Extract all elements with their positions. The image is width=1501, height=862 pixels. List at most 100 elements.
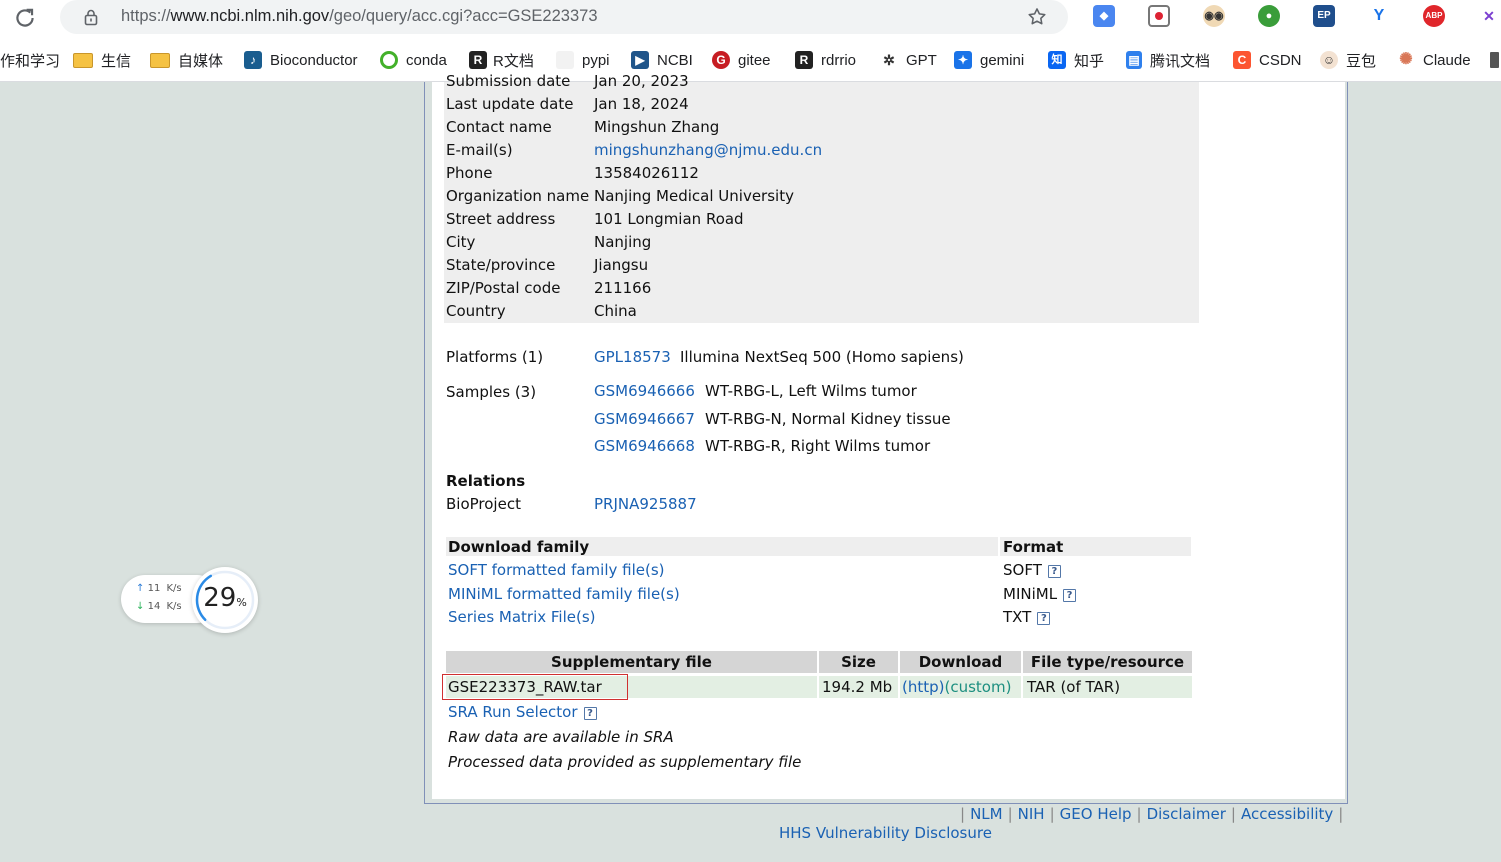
extension-extra-icon[interactable]: ✕ [1480,5,1498,27]
format-value: SOFT [1003,561,1042,579]
format-value: TXT [1003,608,1032,626]
bookmark-gpt[interactable]: ✲ GPT [880,50,937,70]
csdn-icon: C [1233,51,1251,69]
bookmark-label: GPT [906,51,937,69]
help-icon[interactable]: ? [1047,565,1061,578]
format-value: MINiML [1003,585,1058,603]
bookmark-pypi[interactable]: pypi [556,50,610,70]
footer-link-disclaimer[interactable]: Disclaimer [1147,805,1226,823]
download-speed: ↓ 14 K/s [136,601,182,612]
platform-link[interactable]: GPL18573 [594,348,671,366]
claude-icon: ✺ [1397,51,1415,69]
url-host: www.ncbi.nlm.nih.gov [170,7,330,25]
lock-icon[interactable] [82,8,100,26]
extension-ep-icon[interactable]: EP [1313,5,1335,27]
extension-globe-icon[interactable]: ● [1258,5,1280,27]
bioconductor-icon: ♪ [244,51,262,69]
bioproject-label: BioProject [446,495,521,513]
sample-desc: WT-RBG-N, Normal Kidney tissue [705,410,951,428]
contact-label: Street address [446,210,556,228]
soft-family-link[interactable]: SOFT formatted family file(s) [448,561,665,579]
bookmark-zhihu[interactable]: 知 知乎 [1048,50,1104,70]
bookmark-tencent-docs[interactable]: ▤ 腾讯文档 [1126,50,1210,70]
contact-label: State/province [446,256,556,274]
bookmark-label: 豆包 [1346,52,1377,70]
footer-link-nih[interactable]: NIH [1018,805,1045,823]
bookmark-ncbi[interactable]: ▶ NCBI [631,50,693,70]
sample-link[interactable]: GSM6946666 [594,382,695,400]
memory-usage-circle[interactable]: 29% [192,567,258,633]
reload-icon[interactable] [12,5,38,31]
bioproject-link[interactable]: PRJNA925887 [594,495,697,513]
contact-value: Jan 20, 2023 [594,72,689,90]
help-icon[interactable]: ? [583,707,597,720]
address-bar[interactable]: https://www.ncbi.nlm.nih.gov/geo/query/a… [60,0,1068,34]
bookmark-gemini[interactable]: ✦ gemini [954,50,1024,70]
extension-glasses-icon[interactable]: ◉◉ [1203,5,1225,27]
download-custom-link[interactable]: (custom) [945,678,1012,696]
sample-link[interactable]: GSM6946667 [594,410,695,428]
email-link[interactable]: mingshunzhang@njmu.edu.cn [594,141,822,159]
bookmark-bioconductor[interactable]: ♪ Bioconductor [244,50,358,70]
bookmark-label: conda [406,51,447,69]
bookmark-label: gitee [738,51,771,69]
supplementary-file-header: Supplementary file [551,653,712,671]
footer-separator: | [1230,805,1236,823]
download-http-link[interactable]: (http) [902,678,945,696]
folder-icon [73,52,93,68]
bookmarks-overflow-icon[interactable] [1490,52,1499,68]
extension-lens-icon[interactable]: ◆ [1093,5,1115,27]
bookmark-conda[interactable]: conda [380,50,447,70]
contact-value: 101 Longmian Road [594,210,744,228]
usage-percent: 29% [192,583,258,613]
bookmark-star-icon[interactable] [1026,6,1048,28]
sra-run-selector-link[interactable]: SRA Run Selector [448,703,578,721]
bookmark-r-docs[interactable]: R R文档 [469,50,534,70]
url-path: /geo/query/acc.cgi?acc=GSE223373 [329,7,598,25]
sample-link[interactable]: GSM6946668 [594,437,695,455]
format-txt: TXT? [1003,608,1051,626]
help-icon[interactable]: ? [1037,612,1051,625]
bookmark-label: 自媒体 [178,52,224,70]
ncbi-icon: ▶ [631,51,649,69]
contact-value: 13584026112 [594,164,699,182]
extension-adblock-icon[interactable]: ABP [1423,5,1445,27]
contact-label: Submission date [446,72,571,90]
highlight-box [442,674,628,700]
raw-data-note: Raw data are available in SRA [448,728,674,746]
bookmark-label: Bioconductor [270,51,358,69]
usage-value: 29 [203,583,237,613]
bookmark-rdrrio[interactable]: R rdrrio [795,50,856,70]
bookmark-work-study[interactable]: 作和学习 [0,50,60,70]
bookmark-gitee[interactable]: G gitee [712,50,771,70]
browser-toolbar: https://www.ncbi.nlm.nih.gov/geo/query/a… [0,0,1501,38]
download-value: 14 [147,601,161,612]
doubao-icon: ☺ [1320,51,1338,69]
bookmark-folder-bioinfo[interactable]: 生信 [73,50,131,70]
r-icon: R [469,51,487,69]
bookmark-label: NCBI [657,51,693,69]
doc-icon: ▤ [1126,51,1142,69]
speed-unit: K/s [166,601,182,612]
contact-value: China [594,302,637,320]
footer-links: | NLM | NIH | GEO Help | Disclaimer | Accessibili… [955,805,1348,823]
series-matrix-link[interactable]: Series Matrix File(s) [448,608,596,626]
bookmark-doubao[interactable]: ☺ 豆包 [1320,50,1376,70]
usage-percent-sign: % [236,596,247,609]
bookmark-label: R文档 [493,52,534,70]
bookmark-folder-media[interactable]: 自媒体 [150,50,223,70]
help-icon[interactable]: ? [1063,589,1077,602]
miniml-family-link[interactable]: MINiML formatted family file(s) [448,585,680,603]
footer-link-accessibility[interactable]: Accessibility [1241,805,1333,823]
footer-link-nlm[interactable]: NLM [970,805,1003,823]
footer-link-geo-help[interactable]: GEO Help [1060,805,1132,823]
bookmark-csdn[interactable]: C CSDN [1233,50,1302,70]
footer-separator: | [1007,805,1013,823]
footer-link-hhs-vulnerability[interactable]: HHS Vulnerability Disclosure [779,824,992,842]
contact-value: Nanjing [594,233,652,251]
extension-v-icon[interactable]: Y [1368,5,1390,27]
extension-screen-icon[interactable] [1148,5,1170,27]
download-header: Download [918,653,1003,671]
bookmark-claude[interactable]: ✺ Claude [1397,50,1471,70]
contact-value: Nanjing Medical University [594,187,794,205]
